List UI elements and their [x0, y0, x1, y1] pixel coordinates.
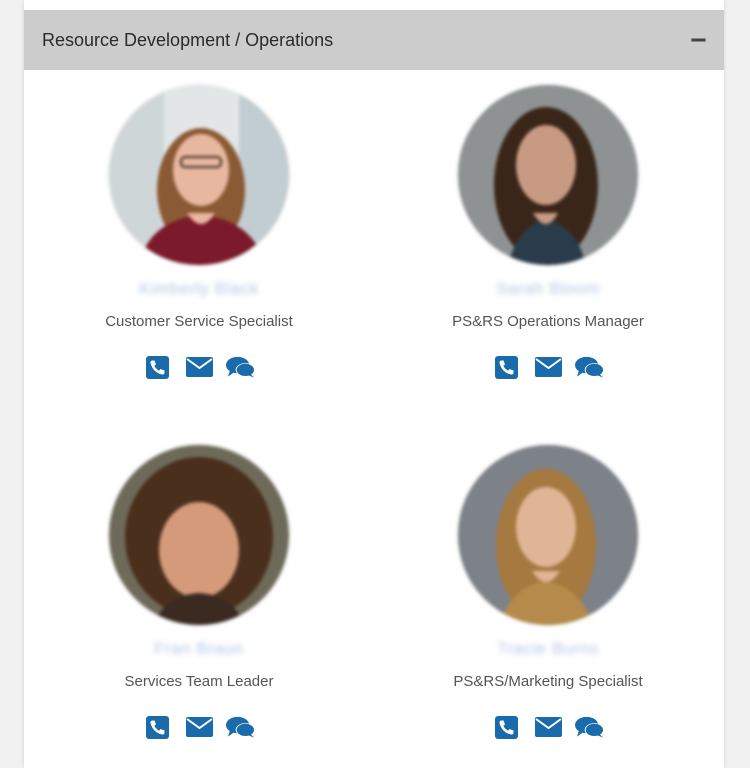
envelope-icon[interactable] [533, 354, 563, 380]
staff-panel: Resource Development / Operations Kimber… [24, 0, 724, 768]
chat-icon[interactable] [226, 354, 256, 380]
avatar [458, 445, 638, 625]
staff-card: Tracie Burns PS&RS/Marketing Specialist [373, 445, 723, 740]
person-role: Services Team Leader [124, 673, 274, 690]
avatar [109, 445, 289, 625]
envelope-icon[interactable] [533, 714, 563, 740]
phone-icon[interactable] [142, 354, 172, 380]
staff-card: Fran Braun Services Team Leader [24, 445, 374, 740]
envelope-icon[interactable] [184, 714, 214, 740]
staff-card: Kimberly Black Customer Service Speciali… [24, 85, 374, 380]
staff-card: Sarah Bloom PS&RS Operations Manager [373, 85, 723, 380]
avatar [109, 85, 289, 265]
contact-icons [24, 354, 374, 380]
section-title: Resource Development / Operations [42, 29, 334, 50]
section-header[interactable]: Resource Development / Operations [24, 10, 724, 70]
chat-icon[interactable] [575, 714, 605, 740]
contact-icons [373, 714, 723, 740]
person-role: PS&RS/Marketing Specialist [453, 673, 643, 690]
envelope-icon[interactable] [184, 354, 214, 380]
chat-icon[interactable] [226, 714, 256, 740]
person-role: PS&RS Operations Manager [452, 313, 644, 330]
phone-icon[interactable] [142, 714, 172, 740]
person-name[interactable]: Kimberly Black [24, 279, 374, 301]
contact-icons [373, 354, 723, 380]
chat-icon[interactable] [575, 354, 605, 380]
person-name[interactable]: Tracie Burns [373, 639, 723, 661]
contact-icons [24, 714, 374, 740]
phone-icon[interactable] [491, 714, 521, 740]
person-role: Customer Service Specialist [105, 313, 293, 330]
collapse-icon[interactable] [691, 38, 706, 42]
avatar [458, 85, 638, 265]
person-name[interactable]: Sarah Bloom [373, 279, 723, 301]
phone-icon[interactable] [491, 354, 521, 380]
person-name[interactable]: Fran Braun [24, 639, 374, 661]
